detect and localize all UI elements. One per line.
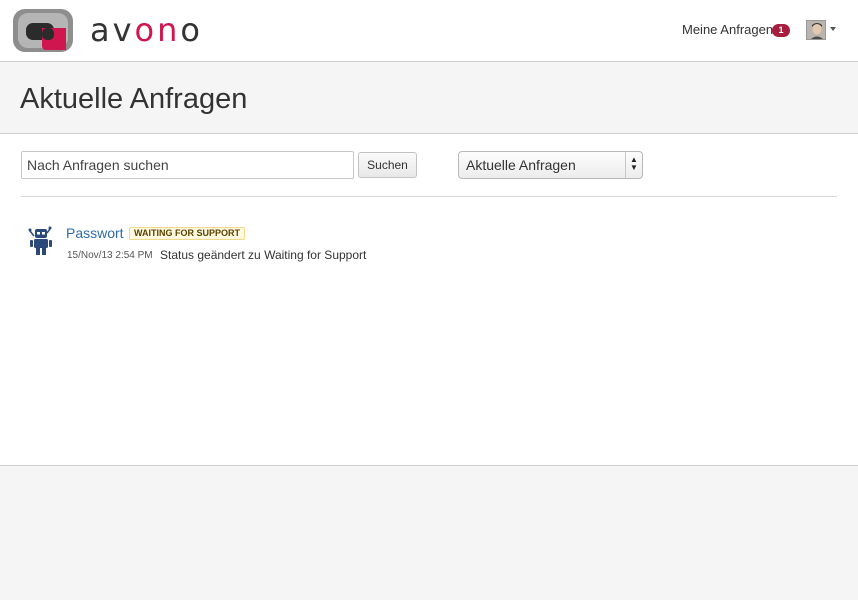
divider [21, 196, 837, 197]
user-avatar[interactable] [806, 20, 826, 40]
top-navigation-bar: avono Meine Anfragen 1 [0, 0, 858, 62]
search-button[interactable]: Suchen [358, 152, 417, 178]
request-title-link[interactable]: Passwort [66, 224, 124, 242]
robot-icon [28, 226, 52, 255]
page-footer [0, 467, 858, 600]
page-header: Aktuelle Anfragen [0, 62, 858, 134]
search-input[interactable] [21, 151, 354, 179]
select-arrows-icon: ▲ ▼ [625, 152, 642, 178]
user-menu-caret-icon[interactable] [830, 27, 836, 31]
request-filter-selected-value: Aktuelle Anfragen [466, 157, 576, 173]
list-item: Passwort WAITING FOR SUPPORT 15/Nov/13 2… [28, 224, 628, 268]
avono-logo[interactable] [12, 8, 74, 53]
main-content: Suchen Aktuelle Anfragen ▲▼ Passwort WAI… [0, 134, 858, 466]
page-title: Aktuelle Anfragen [20, 83, 248, 115]
brand-name: avono [90, 11, 203, 49]
my-requests-link[interactable]: Meine Anfragen [682, 22, 773, 38]
my-requests-count-badge: 1 [772, 24, 790, 37]
request-activity-text: Status geändert zu Waiting for Support [160, 248, 367, 262]
request-filter-select[interactable]: Aktuelle Anfragen ▲ ▼ [458, 151, 643, 179]
request-timestamp: 15/Nov/13 2:54 PM [67, 250, 153, 261]
status-badge: WAITING FOR SUPPORT [129, 227, 246, 240]
user-photo-icon [807, 21, 825, 39]
